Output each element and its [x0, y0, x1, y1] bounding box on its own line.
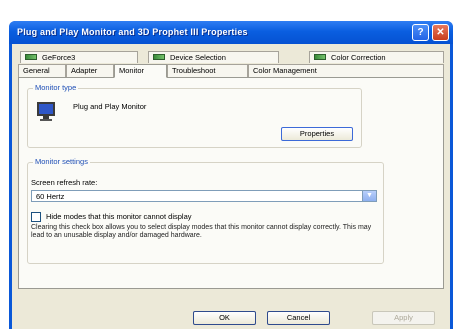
tab-label: GeForce3 — [42, 53, 76, 62]
refresh-rate-value: 60 Hertz — [36, 192, 65, 201]
tab-label: Color Correction — [331, 53, 386, 62]
apply-button[interactable]: Apply — [372, 311, 435, 325]
monitor-name: Plug and Play Monitor — [73, 102, 147, 111]
tab-troubleshoot[interactable]: Troubleshoot — [167, 64, 248, 77]
properties-window: Plug and Play Monitor and 3D Prophet III… — [9, 21, 453, 329]
tab-label: Monitor — [119, 66, 145, 75]
refresh-rate-select[interactable]: 60 Hertz ▼ — [31, 190, 377, 202]
chevron-down-icon[interactable]: ▼ — [362, 191, 376, 201]
group-legend: Monitor type — [33, 83, 79, 92]
window-title: Plug and Play Monitor and 3D Prophet III… — [17, 27, 248, 37]
monitor-type-group: Monitor type Plug and Play Monitor Prope… — [27, 83, 362, 148]
tab-label: Device Selection — [170, 53, 226, 62]
tab-label: Adapter — [71, 66, 98, 75]
close-button[interactable]: ✕ — [432, 24, 449, 41]
properties-button[interactable]: Properties — [281, 127, 353, 141]
dialog-client: GeForce3 Device Selection Color Correcti… — [12, 44, 450, 329]
tab-label: General — [23, 66, 50, 75]
monitor-tab-page: Monitor type Plug and Play Monitor Prope… — [18, 77, 444, 289]
gpu-icon — [153, 54, 165, 60]
title-bar[interactable]: Plug and Play Monitor and 3D Prophet III… — [9, 21, 453, 44]
monitor-icon — [37, 102, 55, 121]
group-legend: Monitor settings — [33, 157, 90, 166]
tab-device-selection[interactable]: Device Selection — [148, 51, 279, 63]
hide-modes-label: Hide modes that this monitor cannot disp… — [46, 212, 192, 221]
tab-monitor[interactable]: Monitor — [114, 64, 167, 78]
help-button[interactable]: ? — [412, 24, 429, 41]
gpu-icon — [314, 54, 326, 60]
tab-color-management[interactable]: Color Management — [248, 64, 444, 77]
monitor-settings-group: Monitor settings Screen refresh rate: 60… — [27, 157, 384, 264]
tab-adapter[interactable]: Adapter — [66, 64, 114, 77]
gpu-icon — [25, 54, 37, 60]
ok-button[interactable]: OK — [193, 311, 256, 325]
cancel-button[interactable]: Cancel — [267, 311, 330, 325]
tab-geforce3[interactable]: GeForce3 — [20, 51, 138, 63]
refresh-rate-label: Screen refresh rate: — [31, 178, 98, 187]
tab-color-correction[interactable]: Color Correction — [309, 51, 444, 63]
hide-modes-description: Clearing this check box allows you to se… — [31, 224, 372, 239]
hide-modes-checkbox[interactable] — [31, 212, 41, 222]
tab-label: Troubleshoot — [172, 66, 216, 75]
tab-label: Color Management — [253, 66, 317, 75]
tab-general[interactable]: General — [18, 64, 66, 77]
